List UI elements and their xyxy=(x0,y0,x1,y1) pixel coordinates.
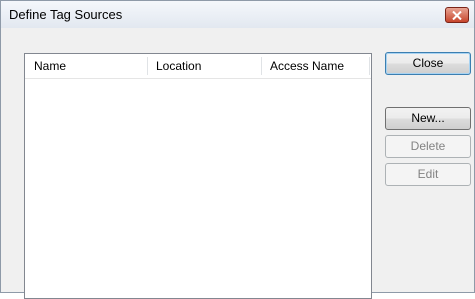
close-icon xyxy=(452,11,462,20)
delete-button[interactable]: Delete xyxy=(385,135,471,158)
window-title: Define Tag Sources xyxy=(9,7,123,22)
window-close-button[interactable] xyxy=(445,7,469,23)
dialog-body: Name Location Access Name Close New... D… xyxy=(1,28,474,299)
edit-button[interactable]: Edit xyxy=(385,163,471,186)
new-button[interactable]: New... xyxy=(385,107,471,130)
dialog-window: Define Tag Sources Name Location Access … xyxy=(0,0,475,299)
title-bar[interactable]: Define Tag Sources xyxy=(1,1,474,28)
column-header-location[interactable]: Location xyxy=(147,54,261,78)
list-header: Name Location Access Name xyxy=(25,54,371,79)
column-divider[interactable] xyxy=(369,57,370,75)
column-header-name[interactable]: Name xyxy=(25,54,147,78)
close-button[interactable]: Close xyxy=(385,52,471,75)
column-header-access-name[interactable]: Access Name xyxy=(261,54,371,78)
tag-sources-list[interactable]: Name Location Access Name xyxy=(24,53,372,299)
